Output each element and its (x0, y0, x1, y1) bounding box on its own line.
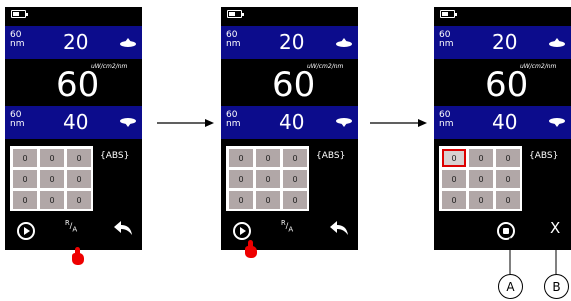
grid-cell[interactable]: 0 (442, 191, 466, 209)
top-intensity-value: 20 (63, 30, 89, 54)
grid-cell[interactable]: 0 (256, 191, 280, 209)
grid-cell[interactable]: 0 (256, 170, 280, 188)
lamp-down-icon[interactable] (335, 118, 353, 128)
bottom-intensity-value: 40 (279, 110, 305, 134)
top-wavelength-unit: nm (10, 39, 25, 49)
grid-cell[interactable]: 0 (283, 191, 307, 209)
top-wavelength-unit: nm (439, 39, 454, 49)
bottom-wavelength-label: 60 nm (10, 111, 24, 129)
back-arrow-icon[interactable] (329, 220, 349, 236)
grid-cell[interactable]: 0 (67, 170, 91, 188)
top-wavelength-label: 60 nm (439, 31, 453, 49)
cancel-button[interactable]: X (550, 219, 560, 237)
grid-cell[interactable]: 0 (40, 170, 64, 188)
mode-label: {ABS} (100, 151, 130, 161)
grid-cell[interactable]: 0 (283, 170, 307, 188)
top-wavelength-band[interactable]: 60 nm 20 (221, 26, 358, 59)
bottom-intensity-value: 40 (492, 110, 518, 134)
top-wavelength-label: 60 nm (10, 31, 24, 49)
top-wavelength-band[interactable]: 60 nm 20 (5, 26, 142, 59)
grid-cell[interactable]: 0 (40, 191, 64, 209)
play-button[interactable] (17, 222, 35, 240)
hand-pointer-icon (245, 240, 257, 258)
top-wavelength-band[interactable]: 60 nm 20 (434, 26, 571, 59)
main-reading: 60 (56, 65, 100, 105)
top-intensity-value: 20 (492, 30, 518, 54)
bottom-wavelength-band[interactable]: 60 nm 40 (221, 106, 358, 139)
grid-cell[interactable]: 0 (13, 170, 37, 188)
grid-cell[interactable]: 0 (496, 191, 520, 209)
grid-cell[interactable]: 0 (469, 170, 493, 188)
grid-cell-selected[interactable]: 0 (442, 149, 466, 167)
bottom-wavelength-unit: nm (439, 119, 454, 129)
mode-label: {ABS} (529, 151, 559, 161)
callout-b: B (544, 274, 569, 299)
ra-a: A (288, 225, 294, 234)
battery-icon (227, 10, 244, 18)
battery-icon (11, 10, 28, 18)
grid-cell[interactable]: 0 (496, 149, 520, 167)
grid-cell[interactable]: 0 (469, 149, 493, 167)
grid-cell[interactable]: 0 (67, 149, 91, 167)
screen-3: 60 nm 20 uW/cm2/nm 60 60 nm 40 0 0 0 0 0… (434, 7, 571, 250)
callout-a: A (498, 274, 523, 299)
bottom-wavelength-unit: nm (10, 119, 25, 129)
mode-label: {ABS} (316, 151, 346, 161)
bottom-intensity-value: 40 (63, 110, 89, 134)
lamp-up-icon[interactable] (548, 37, 566, 47)
grid-cell[interactable]: 0 (469, 191, 493, 209)
ra-toggle-button[interactable]: R/A (281, 219, 293, 233)
grid-cell[interactable]: 0 (283, 149, 307, 167)
screen-2: 60 nm 20 uW/cm2/nm 60 60 nm 40 0 0 0 0 0… (221, 7, 358, 250)
lamp-up-icon[interactable] (335, 37, 353, 47)
grid-cell[interactable]: 0 (40, 149, 64, 167)
bottom-wavelength-label: 60 nm (226, 111, 240, 129)
main-reading: 60 (272, 65, 316, 105)
bottom-wavelength-band[interactable]: 60 nm 40 (5, 106, 142, 139)
ra-r: R (281, 219, 286, 227)
grid-cell[interactable]: 0 (496, 170, 520, 188)
bottom-wavelength-unit: nm (226, 119, 241, 129)
play-button[interactable] (233, 222, 251, 240)
ra-r: R (65, 219, 70, 227)
lamp-up-icon[interactable] (119, 37, 137, 47)
grid-cell[interactable]: 0 (229, 191, 253, 209)
grid-cell[interactable]: 0 (442, 170, 466, 188)
grid-cell[interactable]: 0 (256, 149, 280, 167)
battery-icon (440, 10, 457, 18)
bottom-wavelength-label: 60 nm (439, 111, 453, 129)
main-reading: 60 (485, 65, 529, 105)
grid-cell[interactable]: 0 (13, 149, 37, 167)
arrow-right-icon (370, 119, 427, 127)
back-arrow-icon[interactable] (113, 220, 133, 236)
value-grid: 0 0 0 0 0 0 0 0 0 (226, 146, 309, 211)
screen-1: 60 nm 20 uW/cm2/nm 60 60 nm 40 0 0 0 0 0… (5, 7, 142, 250)
grid-cell[interactable]: 0 (67, 191, 91, 209)
value-grid: 0 0 0 0 0 0 0 0 0 (439, 146, 522, 211)
top-wavelength-unit: nm (226, 39, 241, 49)
grid-cell[interactable]: 0 (13, 191, 37, 209)
ra-toggle-button[interactable]: R/A (65, 219, 77, 233)
lamp-down-icon[interactable] (548, 118, 566, 128)
hand-pointer-icon (72, 247, 84, 265)
top-wavelength-label: 60 nm (226, 31, 240, 49)
value-grid: 0 0 0 0 0 0 0 0 0 (10, 146, 93, 211)
top-intensity-value: 20 (279, 30, 305, 54)
grid-cell[interactable]: 0 (229, 170, 253, 188)
callout-leader-lines (507, 237, 559, 274)
ra-a: A (72, 225, 78, 234)
arrow-right-icon (157, 119, 214, 127)
lamp-down-icon[interactable] (119, 118, 137, 128)
grid-cell[interactable]: 0 (229, 149, 253, 167)
bottom-wavelength-band[interactable]: 60 nm 40 (434, 106, 571, 139)
